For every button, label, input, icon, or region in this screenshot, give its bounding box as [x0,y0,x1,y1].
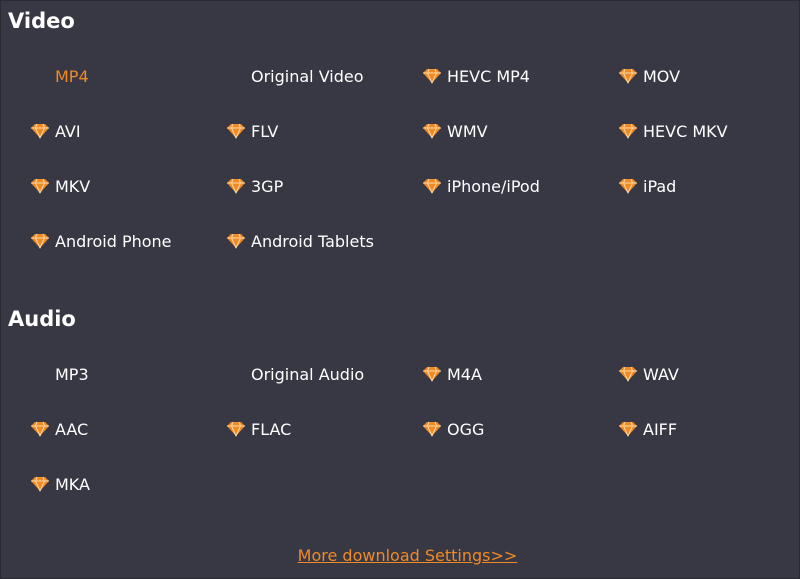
diamond-icon [30,233,50,249]
format-label: MP4 [55,66,89,86]
video-format-avi[interactable]: AVI [30,114,226,148]
diamond-icon [30,123,50,139]
video-format-3gp[interactable]: 3GP [226,169,422,203]
no-icon-spacer [226,366,246,382]
more-download-settings-link[interactable]: More download Settings>> [0,546,800,565]
format-label: AVI [55,121,81,141]
format-label: iPhone/iPod [447,176,540,196]
audio-format-flac[interactable]: FLAC [226,412,422,446]
format-label: AAC [55,419,89,439]
diamond-icon [422,68,442,84]
video-format-android-phone[interactable]: Android Phone [30,224,226,258]
format-label: HEVC MKV [643,121,728,141]
audio-format-original-audio[interactable]: Original Audio [226,357,422,391]
diamond-icon [226,233,246,249]
audio-format-mka[interactable]: MKA [30,467,226,501]
video-format-grid: MP4 Original Video HEVC MP4 MOV AVI FLV WMV HEV… [30,59,800,279]
audio-format-mp3[interactable]: MP3 [30,357,226,391]
format-label: MKA [55,474,90,494]
video-format-hevc-mkv[interactable]: HEVC MKV [618,114,800,148]
video-format-original-video[interactable]: Original Video [226,59,422,93]
video-format-flv[interactable]: FLV [226,114,422,148]
diamond-icon [422,123,442,139]
diamond-icon [618,123,638,139]
format-label: HEVC MP4 [447,66,530,86]
diamond-icon [226,178,246,194]
audio-format-aiff[interactable]: AIFF [618,412,800,446]
audio-format-m4a[interactable]: M4A [422,357,618,391]
diamond-icon [30,476,50,492]
format-label: Android Tablets [251,231,374,251]
video-format-mov[interactable]: MOV [618,59,800,93]
diamond-icon [618,421,638,437]
diamond-icon [618,178,638,194]
video-format-mp4[interactable]: MP4 [30,59,226,93]
video-format-hevc-mp4[interactable]: HEVC MP4 [422,59,618,93]
audio-format-wav[interactable]: WAV [618,357,800,391]
format-label: M4A [447,364,482,384]
video-format-android-tablets[interactable]: Android Tablets [226,224,422,258]
format-label: FLAC [251,419,292,439]
no-icon-spacer [226,68,246,84]
video-format-wmv[interactable]: WMV [422,114,618,148]
diamond-icon [422,178,442,194]
diamond-icon [30,178,50,194]
no-icon-spacer [30,68,50,84]
format-label: Android Phone [55,231,172,251]
diamond-icon [226,421,246,437]
diamond-icon [226,123,246,139]
format-label: MOV [643,66,681,86]
format-label: WAV [643,364,679,384]
diamond-icon [618,366,638,382]
video-format-mkv[interactable]: MKV [30,169,226,203]
format-label: OGG [447,419,485,439]
video-format-iphone-ipod[interactable]: iPhone/iPod [422,169,618,203]
format-label: Original Audio [251,364,365,384]
video-section-title: Video [8,9,75,33]
format-label: WMV [447,121,488,141]
diamond-icon [618,68,638,84]
audio-format-grid: MP3 Original Audio M4A WAV AAC FLAC OGG AIFF MKA [30,357,800,522]
format-label: Original Video [251,66,364,86]
video-format-ipad[interactable]: iPad [618,169,800,203]
diamond-icon [422,421,442,437]
format-label: AIFF [643,419,678,439]
format-label: 3GP [251,176,284,196]
diamond-icon [422,366,442,382]
audio-format-aac[interactable]: AAC [30,412,226,446]
format-label: iPad [643,176,677,196]
audio-section-title: Audio [8,307,76,331]
audio-format-ogg[interactable]: OGG [422,412,618,446]
diamond-icon [30,421,50,437]
no-icon-spacer [30,366,50,382]
format-label: MP3 [55,364,89,384]
format-label: FLV [251,121,279,141]
format-label: MKV [55,176,91,196]
